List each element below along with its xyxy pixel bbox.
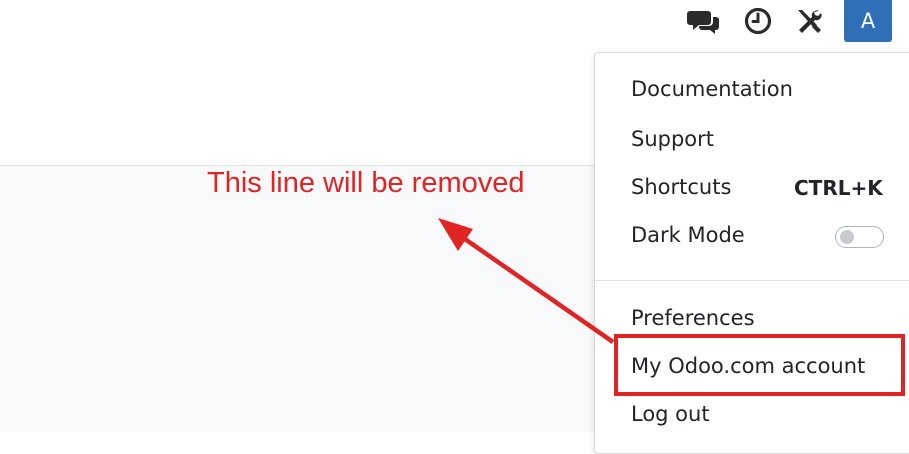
menu-divider [595, 280, 909, 281]
menu-item-shortcuts[interactable]: Shortcuts [631, 175, 731, 199]
avatar-initial: A [860, 9, 876, 33]
debug-tools-icon[interactable] [792, 5, 824, 37]
shortcut-hint: CTRL+K [794, 176, 883, 200]
menu-item-log-out[interactable]: Log out [631, 402, 710, 426]
user-menu-dropdown: Documentation Support Shortcuts CTRL+K D… [594, 52, 909, 454]
user-avatar[interactable]: A [844, 0, 892, 42]
toggle-knob [840, 230, 854, 244]
menu-item-documentation[interactable]: Documentation [631, 77, 793, 101]
menu-item-support[interactable]: Support [631, 127, 714, 151]
annotation-text: This line will be removed [207, 167, 525, 199]
menu-item-dark-mode[interactable]: Dark Mode [631, 223, 745, 247]
activity-clock-icon[interactable] [742, 5, 774, 37]
dark-mode-toggle[interactable] [835, 226, 884, 248]
menu-item-my-odoo-account[interactable]: My Odoo.com account [631, 354, 865, 378]
menu-item-preferences[interactable]: Preferences [631, 306, 755, 330]
chat-icon[interactable] [686, 6, 722, 36]
